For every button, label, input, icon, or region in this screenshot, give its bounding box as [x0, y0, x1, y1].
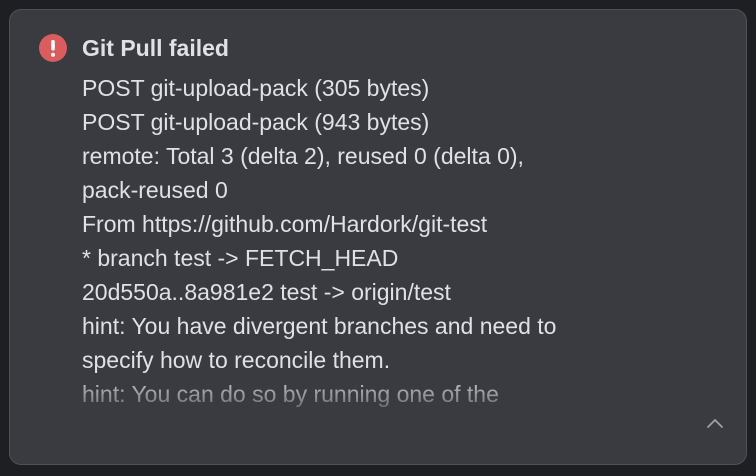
message-line: POST git-upload-pack (305 bytes) [82, 75, 430, 101]
message-line: From https://github.com/Hardork/git-test [82, 211, 488, 237]
message-lines: POST git-upload-pack (305 bytes) POST gi… [82, 71, 722, 411]
message-line: POST git-upload-pack (943 bytes) [82, 109, 430, 135]
message-line: pack-reused 0 [82, 177, 228, 203]
error-icon [39, 34, 67, 62]
notification-balloon: Git Pull failed POST git-upload-pack (30… [9, 9, 747, 465]
notification-title: Git Pull failed [82, 35, 229, 61]
message-line: hint: You can do so by running one of th… [82, 381, 499, 407]
collapse-button[interactable] [702, 410, 728, 436]
notification-body: POST git-upload-pack (305 bytes) POST gi… [82, 71, 722, 411]
message-line: * branch test -> FETCH_HEAD [82, 245, 399, 271]
message-line: hint: You have divergent branches and ne… [82, 313, 557, 339]
message-line: 20d550a..8a981e2 test -> origin/test [82, 279, 451, 305]
notification-header: Git Pull failed [39, 34, 229, 62]
message-line: specify how to reconcile them. [82, 347, 391, 373]
message-line: remote: Total 3 (delta 2), reused 0 (del… [82, 143, 524, 169]
chevron-up-icon [707, 419, 723, 428]
